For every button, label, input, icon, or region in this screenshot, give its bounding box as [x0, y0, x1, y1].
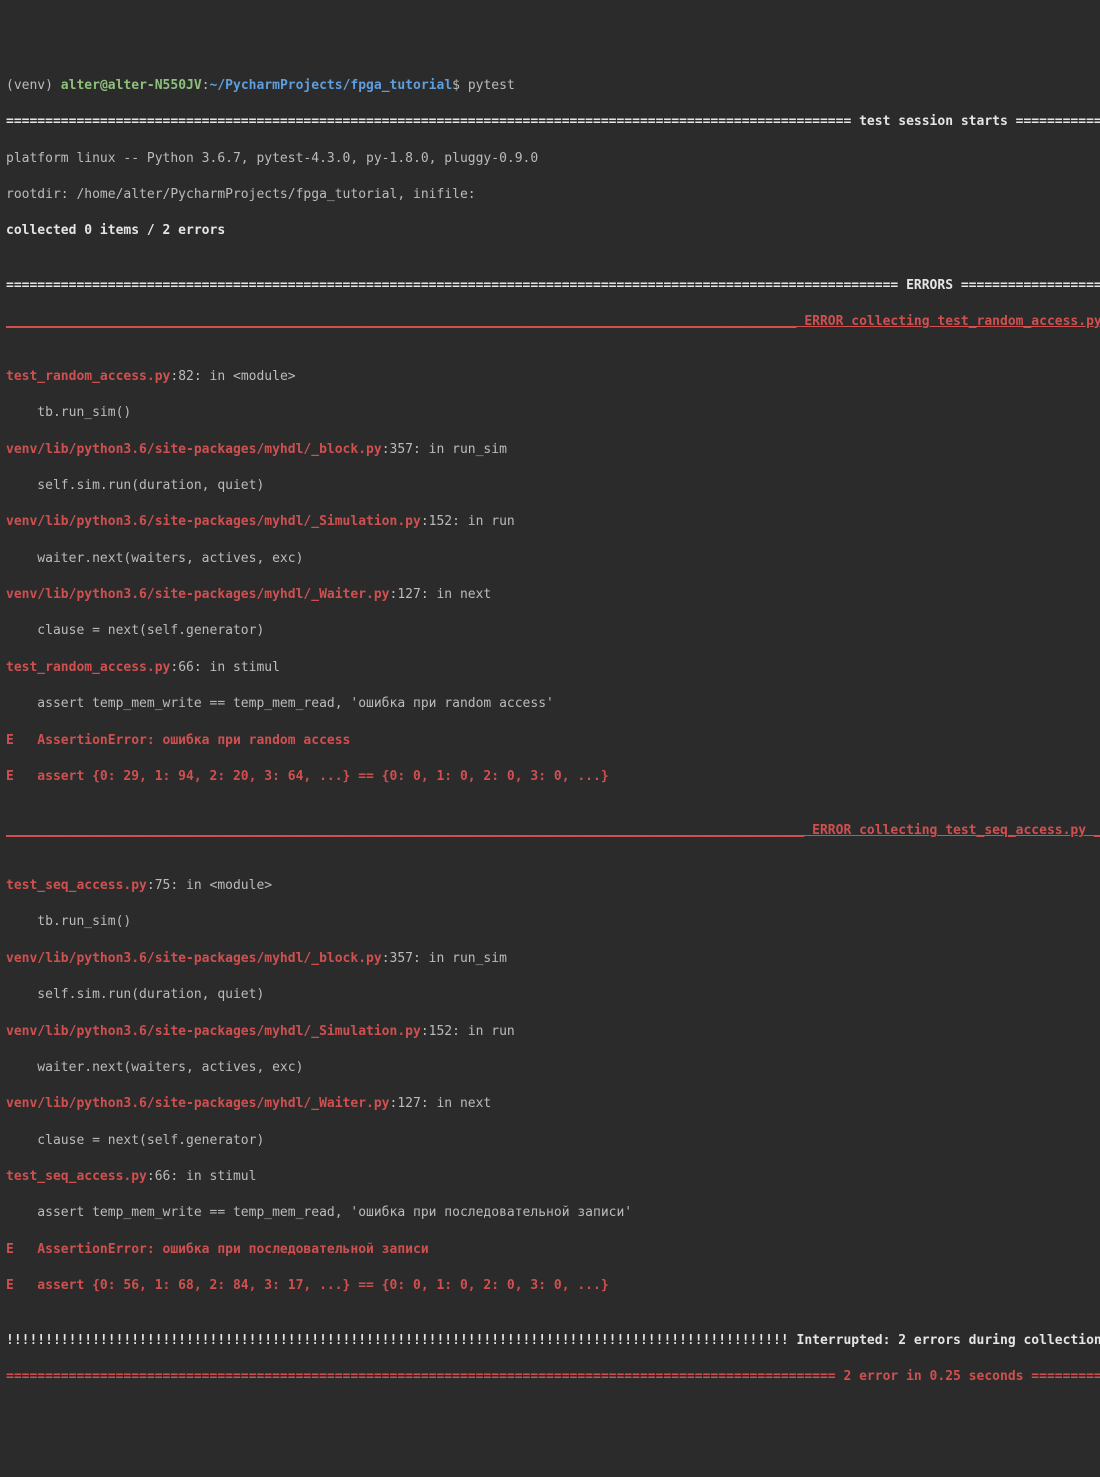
trace-loc: :127: in next [390, 1096, 492, 1111]
trace-code: assert temp_mem_write == temp_mem_read, … [6, 695, 1094, 713]
trace-line: test_random_access.py:82: in <module> [6, 368, 1094, 386]
error1-header: ________________________________________… [6, 313, 1094, 331]
trace-code: self.sim.run(duration, quiet) [6, 477, 1094, 495]
error2-header: ________________________________________… [6, 822, 1094, 840]
trace-loc: :357: in run_sim [382, 951, 507, 966]
session-header: ========================================… [6, 113, 1094, 131]
prompt-colon: : [202, 78, 210, 93]
prompt-dollar: $ [452, 78, 468, 93]
trace-path: test_seq_access.py [6, 878, 147, 893]
trace-loc: :75: in <module> [147, 878, 272, 893]
trace-line: test_random_access.py:66: in stimul [6, 659, 1094, 677]
trace-code: clause = next(self.generator) [6, 622, 1094, 640]
trace-line: venv/lib/python3.6/site-packages/myhdl/_… [6, 513, 1094, 531]
trace-code: self.sim.run(duration, quiet) [6, 986, 1094, 1004]
trace-line: venv/lib/python3.6/site-packages/myhdl/_… [6, 1023, 1094, 1041]
venv-label: (venv) [6, 78, 61, 93]
trace-loc: :357: in run_sim [382, 442, 507, 457]
trace-path: test_random_access.py [6, 660, 170, 675]
prompt-at: @ [100, 78, 108, 93]
trace-line: venv/lib/python3.6/site-packages/myhdl/_… [6, 441, 1094, 459]
assertion-detail: E assert {0: 29, 1: 94, 2: 20, 3: 64, ..… [6, 768, 1094, 786]
assertion-detail: E assert {0: 56, 1: 68, 2: 84, 3: 17, ..… [6, 1277, 1094, 1295]
command-input[interactable]: pytest [468, 78, 515, 93]
trace-line: venv/lib/python3.6/site-packages/myhdl/_… [6, 586, 1094, 604]
prompt-line[interactable]: (venv) alter@alter-N550JV:~/PycharmProje… [6, 77, 1094, 95]
prompt-path: ~/PycharmProjects/fpga_tutorial [210, 78, 453, 93]
trace-path: venv/lib/python3.6/site-packages/myhdl/_… [6, 442, 382, 457]
prompt-user: alter [61, 78, 100, 93]
trace-path: venv/lib/python3.6/site-packages/myhdl/_… [6, 1024, 421, 1039]
trace-path: test_random_access.py [6, 369, 170, 384]
trace-loc: :82: in <module> [170, 369, 295, 384]
summary-line: ========================================… [6, 1368, 1094, 1386]
trace-loc: :127: in next [390, 587, 492, 602]
platform-line: platform linux -- Python 3.6.7, pytest-4… [6, 150, 1094, 168]
trace-code: tb.run_sim() [6, 404, 1094, 422]
errors-header: ========================================… [6, 277, 1094, 295]
trace-path: test_seq_access.py [6, 1169, 147, 1184]
trace-line: venv/lib/python3.6/site-packages/myhdl/_… [6, 1095, 1094, 1113]
trace-path: venv/lib/python3.6/site-packages/myhdl/_… [6, 514, 421, 529]
prompt-host: alter-N550JV [108, 78, 202, 93]
trace-line: venv/lib/python3.6/site-packages/myhdl/_… [6, 950, 1094, 968]
trace-code: waiter.next(waiters, actives, exc) [6, 1059, 1094, 1077]
trace-path: venv/lib/python3.6/site-packages/myhdl/_… [6, 587, 390, 602]
rootdir-line: rootdir: /home/alter/PycharmProjects/fpg… [6, 186, 1094, 204]
interrupted-line: !!!!!!!!!!!!!!!!!!!!!!!!!!!!!!!!!!!!!!!!… [6, 1332, 1094, 1350]
trace-loc: :152: in run [421, 1024, 515, 1039]
assertion-error: E AssertionError: ошибка при последовате… [6, 1241, 1094, 1259]
trace-path: venv/lib/python3.6/site-packages/myhdl/_… [6, 1096, 390, 1111]
trace-line: test_seq_access.py:75: in <module> [6, 877, 1094, 895]
trace-loc: :152: in run [421, 514, 515, 529]
trace-loc: :66: in stimul [147, 1169, 257, 1184]
trace-code: tb.run_sim() [6, 913, 1094, 931]
trace-code: clause = next(self.generator) [6, 1132, 1094, 1150]
trace-path: venv/lib/python3.6/site-packages/myhdl/_… [6, 951, 382, 966]
trace-line: test_seq_access.py:66: in stimul [6, 1168, 1094, 1186]
collected-line: collected 0 items / 2 errors [6, 222, 1094, 240]
trace-code: assert temp_mem_write == temp_mem_read, … [6, 1204, 1094, 1222]
trace-code: waiter.next(waiters, actives, exc) [6, 550, 1094, 568]
trace-loc: :66: in stimul [170, 660, 280, 675]
